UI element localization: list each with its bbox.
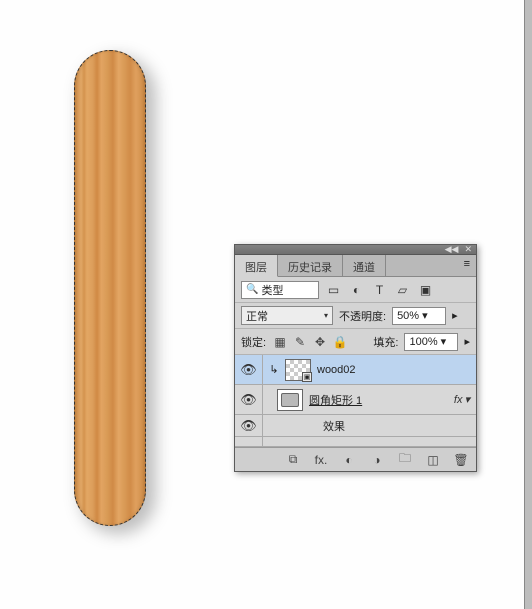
layer-name[interactable]: wood02 (317, 364, 356, 376)
lock-row: 锁定: ▦ ✎ ✥ 🔒 填充: 100% ▾ ▸ (235, 329, 476, 355)
chevron-down-icon: ▾ (441, 335, 447, 348)
opacity-label: 不透明度: (339, 308, 386, 324)
new-adjustment-icon[interactable]: ◑ (368, 453, 386, 467)
add-mask-icon[interactable]: ◐ (340, 453, 358, 467)
visibility-toggle[interactable]: 👁 (235, 355, 263, 384)
tab-channels[interactable]: 通道 (343, 255, 386, 276)
layer-thumbnail[interactable]: ▣ (285, 359, 311, 381)
filter-shape-icon[interactable]: ▱ (394, 281, 411, 298)
close-icon[interactable]: ✕ (464, 245, 472, 254)
panel-menu-icon[interactable]: ≡ (458, 255, 476, 276)
layer-thumbnail[interactable] (277, 389, 303, 411)
layer-name[interactable]: 圆角矩形 1 (309, 392, 362, 408)
filter-row: 🔍 类型 ▭ ◐ T ▱ ▣ (235, 277, 476, 303)
new-layer-icon[interactable]: ◫ (424, 453, 442, 467)
lock-label: 锁定: (241, 334, 266, 350)
layer-effects-sublabel[interactable]: 👁 效果 (235, 415, 476, 437)
clip-indicator-icon: ↳ (263, 363, 285, 376)
layer-effects-indicator[interactable]: fx ▾ (454, 393, 470, 406)
fill-label: 填充: (373, 334, 398, 350)
filter-pixel-icon[interactable]: ▭ (325, 281, 342, 298)
lock-transparent-icon[interactable]: ▦ (272, 335, 288, 349)
effects-label: 效果 (323, 418, 345, 434)
tab-history[interactable]: 历史记录 (278, 255, 343, 276)
new-group-icon[interactable]: 🗀 (396, 449, 414, 470)
blend-mode-dropdown[interactable]: 正常 ▾ (241, 306, 333, 325)
link-layers-icon[interactable]: ⧉ (284, 452, 302, 467)
lock-all-icon[interactable]: 🔒 (332, 335, 348, 349)
filter-adjust-icon[interactable]: ◐ (348, 281, 365, 298)
effects-twirl-icon[interactable]: ▾ (464, 393, 470, 406)
blend-mode-value: 正常 (246, 308, 268, 324)
search-icon: 🔍 (246, 284, 258, 295)
opacity-value: 50% (397, 310, 419, 322)
delete-layer-icon[interactable]: 🗑 (452, 453, 470, 467)
visibility-toggle[interactable]: 👁 (235, 385, 263, 414)
opacity-input[interactable]: 50% ▾ (392, 307, 446, 325)
filter-type-label: 类型 (261, 282, 283, 298)
tab-layers[interactable]: 图层 (235, 255, 278, 277)
chevron-down-icon: ▾ (422, 309, 428, 322)
lock-paint-icon[interactable]: ✎ (292, 335, 308, 349)
layer-list-filler (235, 437, 476, 447)
layer-row-wood02[interactable]: 👁 ↳ ▣ wood02 (235, 355, 476, 385)
visibility-toggle[interactable]: 👁 (235, 415, 263, 436)
fill-side-caret[interactable]: ▸ (464, 335, 470, 348)
layers-list: 👁 ↳ ▣ wood02 👁 圆角矩形 1 fx ▾ 👁 效果 (235, 355, 476, 447)
fx-label: fx (454, 394, 463, 406)
filter-text-icon[interactable]: T (371, 281, 388, 298)
collapse-icon[interactable]: ◀◀ (445, 245, 459, 254)
panel-titlebar[interactable]: ◀◀ ✕ (235, 245, 476, 255)
opacity-side-caret[interactable]: ▸ (452, 309, 458, 322)
layer-filter-type[interactable]: 🔍 类型 (241, 281, 319, 299)
popsicle-stick-shape[interactable] (74, 50, 146, 526)
chevron-down-icon: ▾ (324, 311, 328, 320)
blend-row: 正常 ▾ 不透明度: 50% ▾ ▸ (235, 303, 476, 329)
layers-bottom-bar: ⧉ fx. ◐ ◑ 🗀 ◫ 🗑 (235, 447, 476, 471)
smart-object-badge-icon: ▣ (302, 372, 312, 382)
lock-position-icon[interactable]: ✥ (312, 335, 328, 349)
fill-input[interactable]: 100% ▾ (404, 333, 458, 351)
panel-tabs: 图层 历史记录 通道 ≡ (235, 255, 476, 277)
fill-value: 100% (409, 336, 437, 348)
layer-row-rounded-rect[interactable]: 👁 圆角矩形 1 fx ▾ (235, 385, 476, 415)
add-style-icon[interactable]: fx. (312, 453, 330, 467)
filter-smart-icon[interactable]: ▣ (417, 281, 434, 298)
layers-panel: ◀◀ ✕ 图层 历史记录 通道 ≡ 🔍 类型 ▭ ◐ T ▱ ▣ 正常 ▾ 不透… (234, 244, 477, 472)
